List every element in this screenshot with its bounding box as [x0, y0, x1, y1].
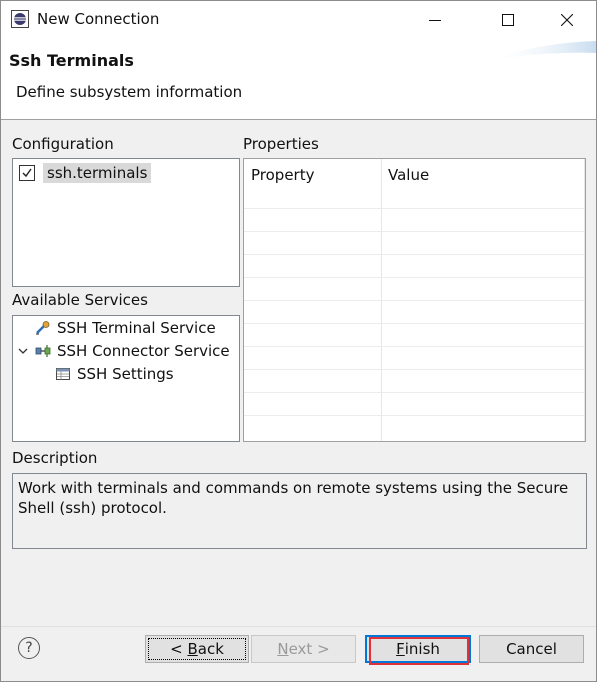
- page-title: Ssh Terminals: [9, 51, 134, 70]
- table-row: [244, 300, 585, 301]
- column-header-property[interactable]: Property: [244, 159, 381, 191]
- table-row: [244, 208, 585, 209]
- tree-item-ssh-terminal-service[interactable]: SSH Terminal Service: [35, 317, 216, 339]
- tree-item-label: SSH Terminal Service: [57, 319, 216, 337]
- cancel-button[interactable]: Cancel: [479, 635, 584, 663]
- tree-item-label: SSH Settings: [77, 365, 174, 383]
- table-row: [244, 369, 585, 370]
- close-button[interactable]: [544, 1, 590, 39]
- description-label: Description: [12, 449, 98, 467]
- configuration-label: Configuration: [12, 135, 114, 153]
- minimize-button[interactable]: [412, 1, 458, 39]
- properties-label: Properties: [243, 135, 319, 153]
- table-row: [244, 392, 585, 393]
- config-checkbox[interactable]: [19, 165, 35, 181]
- banner-decoration-icon: [486, 41, 596, 61]
- finish-button[interactable]: Finish: [365, 635, 471, 663]
- settings-table-icon: [55, 366, 71, 382]
- chevron-down-icon[interactable]: [18, 347, 30, 355]
- properties-table[interactable]: Property Value: [243, 158, 586, 442]
- dialog-window: New Connection Ssh Terminals Define subs…: [0, 0, 597, 682]
- eclipse-app-icon: [11, 10, 29, 28]
- table-row: [244, 254, 585, 255]
- connector-service-icon: [35, 343, 51, 359]
- minimize-icon: [429, 20, 441, 21]
- back-button[interactable]: < Back: [145, 635, 249, 663]
- tree-item-ssh-settings[interactable]: SSH Settings: [55, 363, 174, 385]
- check-icon: [22, 168, 32, 178]
- footer-separator: [1, 626, 596, 627]
- tree-item-label: SSH Connector Service: [57, 342, 230, 360]
- maximize-icon: [502, 14, 514, 26]
- description-text: Work with terminals and commands on remo…: [12, 473, 587, 549]
- page-description: Define subsystem information: [16, 83, 243, 101]
- help-icon[interactable]: ?: [18, 637, 40, 659]
- close-icon: [561, 14, 573, 26]
- table-row: [244, 346, 585, 347]
- wizard-banner: Ssh Terminals Define subsystem informati…: [1, 39, 596, 120]
- title-bar: New Connection: [1, 1, 596, 39]
- table-row: [244, 277, 585, 278]
- maximize-button[interactable]: [485, 1, 531, 39]
- window-title: New Connection: [37, 10, 160, 28]
- list-item[interactable]: ssh.terminals: [19, 162, 152, 184]
- table-row: [244, 415, 585, 416]
- available-services-label: Available Services: [12, 291, 148, 309]
- next-button[interactable]: Next >: [251, 635, 356, 663]
- table-row: [244, 323, 585, 324]
- terminal-service-icon: [35, 320, 51, 336]
- tree-item-ssh-connector-service[interactable]: SSH Connector Service: [18, 340, 230, 362]
- column-header-value[interactable]: Value: [381, 159, 585, 191]
- configuration-list[interactable]: ssh.terminals: [12, 158, 240, 287]
- config-item-label: ssh.terminals: [43, 163, 152, 183]
- services-tree[interactable]: SSH Terminal Service SSH Connector Servi…: [12, 315, 240, 442]
- table-row: [244, 231, 585, 232]
